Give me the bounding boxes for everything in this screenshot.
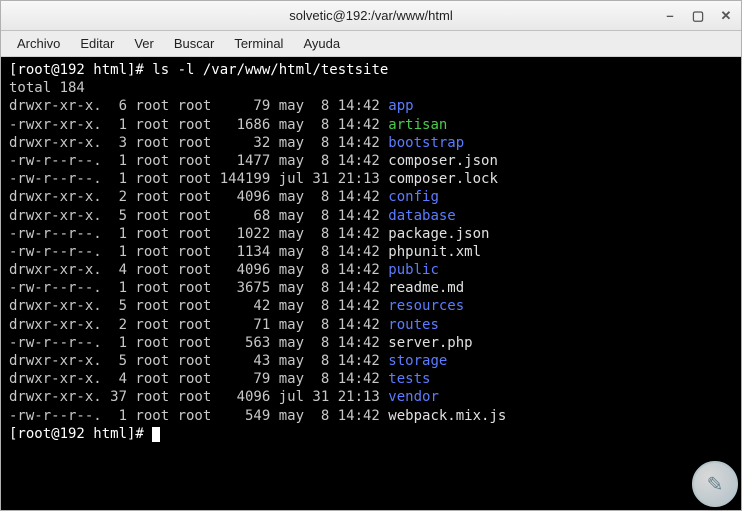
ls-row: drwxr-xr-x. 37 root root 4096 jul 31 21:… — [9, 389, 388, 405]
filename: config — [388, 189, 439, 205]
close-button[interactable]: ✕ — [717, 7, 735, 25]
filename: storage — [388, 353, 447, 369]
filename: app — [388, 98, 413, 114]
ls-row: -rw-r--r--. 1 root root 563 may 8 14:42 — [9, 335, 388, 351]
filename: resources — [388, 298, 464, 314]
menubar: Archivo Editar Ver Buscar Terminal Ayuda — [1, 31, 741, 57]
filename: database — [388, 208, 455, 224]
watermark-icon: ✎ — [692, 461, 738, 507]
filename: composer.lock — [388, 171, 498, 187]
terminal-window: solvetic@192:/var/www/html – ▢ ✕ Archivo… — [0, 0, 742, 511]
cursor — [152, 427, 160, 442]
ls-row: drwxr-xr-x. 3 root root 32 may 8 14:42 — [9, 135, 388, 151]
titlebar[interactable]: solvetic@192:/var/www/html – ▢ ✕ — [1, 1, 741, 31]
menu-buscar[interactable]: Buscar — [164, 33, 224, 54]
menu-ver[interactable]: Ver — [124, 33, 164, 54]
filename: package.json — [388, 226, 489, 242]
filename: routes — [388, 317, 439, 333]
total-line: total 184 — [9, 80, 85, 96]
filename: webpack.mix.js — [388, 408, 506, 424]
ls-row: drwxr-xr-x. 4 root root 4096 may 8 14:42 — [9, 262, 388, 278]
window-title: solvetic@192:/var/www/html — [1, 8, 741, 23]
filename: public — [388, 262, 439, 278]
command: ls -l /var/www/html/testsite — [152, 62, 388, 78]
ls-row: -rwxr-xr-x. 1 root root 1686 may 8 14:42 — [9, 117, 388, 133]
ls-row: drwxr-xr-x. 2 root root 4096 may 8 14:42 — [9, 189, 388, 205]
ls-row: -rw-r--r--. 1 root root 1134 may 8 14:42 — [9, 244, 388, 260]
prompt: [root@192 html]# — [9, 426, 144, 442]
ls-row: -rw-r--r--. 1 root root 549 may 8 14:42 — [9, 408, 388, 424]
ls-row: drwxr-xr-x. 5 root root 43 may 8 14:42 — [9, 353, 388, 369]
ls-row: drwxr-xr-x. 6 root root 79 may 8 14:42 — [9, 98, 388, 114]
filename: bootstrap — [388, 135, 464, 151]
ls-row: drwxr-xr-x. 2 root root 71 may 8 14:42 — [9, 317, 388, 333]
menu-ayuda[interactable]: Ayuda — [293, 33, 350, 54]
maximize-button[interactable]: ▢ — [689, 7, 707, 25]
window-controls: – ▢ ✕ — [661, 7, 735, 25]
ls-row: -rw-r--r--. 1 root root 144199 jul 31 21… — [9, 171, 388, 187]
ls-row: -rw-r--r--. 1 root root 1022 may 8 14:42 — [9, 226, 388, 242]
menu-terminal[interactable]: Terminal — [224, 33, 293, 54]
menu-editar[interactable]: Editar — [70, 33, 124, 54]
ls-row: drwxr-xr-x. 4 root root 79 may 8 14:42 — [9, 371, 388, 387]
ls-row: -rw-r--r--. 1 root root 1477 may 8 14:42 — [9, 153, 388, 169]
ls-row: drwxr-xr-x. 5 root root 42 may 8 14:42 — [9, 298, 388, 314]
filename: composer.json — [388, 153, 498, 169]
menu-archivo[interactable]: Archivo — [7, 33, 70, 54]
minimize-button[interactable]: – — [661, 7, 679, 25]
filename: artisan — [388, 117, 447, 133]
filename: readme.md — [388, 280, 464, 296]
filename: phpunit.xml — [388, 244, 481, 260]
filename: vendor — [388, 389, 439, 405]
filename: tests — [388, 371, 430, 387]
ls-row: drwxr-xr-x. 5 root root 68 may 8 14:42 — [9, 208, 388, 224]
ls-row: -rw-r--r--. 1 root root 3675 may 8 14:42 — [9, 280, 388, 296]
filename: server.php — [388, 335, 472, 351]
prompt: [root@192 html]# — [9, 62, 144, 78]
terminal-output[interactable]: [root@192 html]# ls -l /var/www/html/tes… — [1, 57, 741, 510]
